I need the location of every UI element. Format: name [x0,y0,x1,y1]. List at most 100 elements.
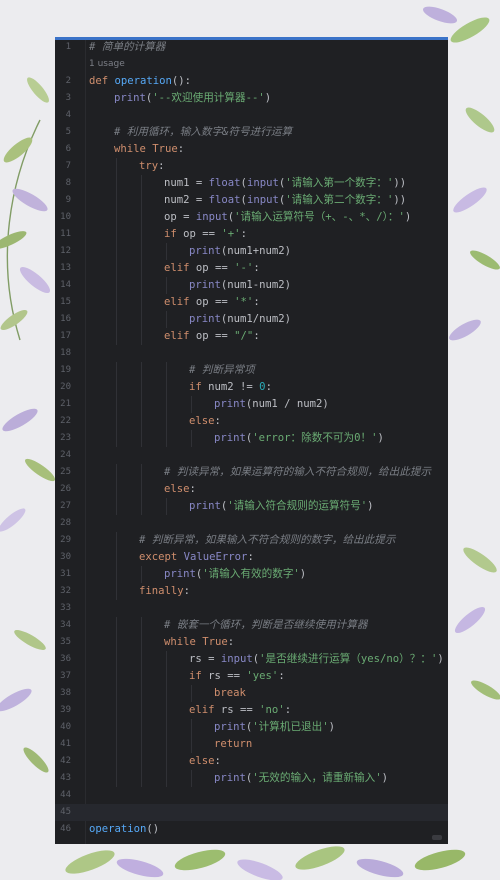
indent-guide [116,651,117,668]
line-number: 19 [60,365,71,375]
scroll-indicator[interactable] [432,835,442,840]
code-token: )) [393,194,407,206]
code-line[interactable]: 7 try: [55,158,448,175]
code-text: operation() [89,821,159,838]
indent-guide [166,311,167,328]
code-line[interactable]: 24 [55,447,448,464]
code-line[interactable]: 14 print(num1-num2) [55,277,448,294]
code-line[interactable]: 1 # 简单的计算器 [55,39,448,56]
code-token: return [214,738,253,750]
code-text: if num2 != 0: [189,379,272,396]
code-line[interactable]: 26 else: [55,481,448,498]
code-line[interactable]: 22 else: [55,413,448,430]
code-line[interactable]: 20 if num2 != 0: [55,379,448,396]
code-token: finally [139,585,184,597]
code-line[interactable]: 9 num2 = float(input('请输入第二个数字：')) [55,192,448,209]
code-line[interactable]: 30 except ValueError: [55,549,448,566]
line-number: 31 [60,569,71,579]
code-line[interactable]: 16 print(num1/num2) [55,311,448,328]
indent-guide [141,498,142,515]
code-token: else [189,755,215,767]
code-line[interactable]: 37 if rs == 'yes': [55,668,448,685]
line-number: 40 [60,722,71,732]
code-line[interactable]: 31 print('请输入有效的数字') [55,566,448,583]
code-line[interactable]: 11 if op == '+': [55,226,448,243]
code-token: : [247,551,254,563]
code-line[interactable]: 25 # 判读异常，如果运算符的输入不符合规则，给出此提示 [55,464,448,481]
code-line[interactable]: 21 print(num1 / num2) [55,396,448,413]
code-line[interactable]: 39 elif rs == 'no': [55,702,448,719]
code-token: : [158,160,165,172]
code-line[interactable]: 12 print(num1+num2) [55,243,448,260]
code-token: ValueError [183,551,248,563]
line-number: 41 [60,739,71,749]
code-line[interactable]: 29 # 判断异常，如果输入不符合规则的数字，给出此提示 [55,532,448,549]
line-number: 9 [65,195,71,205]
indent-guide [141,260,142,277]
code-line[interactable]: 33 [55,600,448,617]
indent-guide [166,736,167,753]
code-editor[interactable]: 1 # 简单的计算器 1 usage 2 def operation(): 3 print(… [55,37,448,844]
code-token: ) [264,92,272,104]
code-line[interactable]: 2 def operation(): [55,73,448,90]
code-line[interactable]: 41 return [55,736,448,753]
code-line[interactable]: 36 rs = input('是否继续进行运算（yes/no）？：') [55,651,448,668]
usage-hint[interactable]: 1 usage [89,56,125,73]
indent-guide [116,260,117,277]
code-token: print [189,313,221,325]
code-token: '计算机已退出' [252,721,329,733]
code-text: # 判读异常，如果运算符的输入不符合规则，给出此提示 [164,464,431,481]
code-text: except ValueError: [139,549,254,566]
code-line[interactable]: 10 op = input('请输入运算符号（+、-、*、/）：') [55,209,448,226]
code-token: op == [195,296,235,308]
indent-guide [141,226,142,243]
code-token: (num1/num2) [220,313,292,325]
code-token: True [152,143,178,155]
code-line[interactable]: 27 print('请输入符合规则的运算符号') [55,498,448,515]
code-text: break [214,685,246,702]
code-token: '*' [234,296,254,308]
code-line[interactable]: 38 break [55,685,448,702]
code-token: : [284,704,292,716]
code-line[interactable]: 13 elif op == '-': [55,260,448,277]
code-token: # 嵌套一个循环，判断是否继续使用计算器 [164,619,368,631]
code-token: '-' [234,262,254,274]
indent-guide [141,277,142,294]
code-line[interactable]: 45 [55,804,448,821]
code-token: # 判断异常，如果输入不符合规则的数字，给出此提示 [139,534,396,546]
code-text: def operation(): [89,73,191,90]
line-number: 5 [65,127,71,137]
code-text: # 利用循环，输入数字&符号进行运算 [114,124,292,141]
code-line[interactable]: 35 while True: [55,634,448,651]
code-line[interactable]: 3 print('--欢迎使用计算器--') [55,90,448,107]
code-text: else: [164,481,196,498]
code-line[interactable]: 23 print('error：除数不可为0！') [55,430,448,447]
code-line[interactable]: 6 while True: [55,141,448,158]
code-line[interactable]: 43 print('无效的输入，请重新输入') [55,770,448,787]
code-line[interactable]: 28 [55,515,448,532]
code-token: print [189,245,221,257]
code-line[interactable]: 40 print('计算机已退出') [55,719,448,736]
code-token: '无效的输入，请重新输入' [252,772,382,784]
code-line[interactable]: 32 finally: [55,583,448,600]
code-text: # 嵌套一个循环，判断是否继续使用计算器 [164,617,367,634]
code-text: print(num1 / num2) [214,396,329,413]
indent-guide [116,668,117,685]
code-line[interactable]: 42 else: [55,753,448,770]
code-line[interactable]: 44 [55,787,448,804]
indent-guide [166,685,167,702]
code-line[interactable]: 18 [55,345,448,362]
indent-guide [116,277,117,294]
indent-guide [116,532,117,549]
code-line[interactable]: 34 # 嵌套一个循环，判断是否继续使用计算器 [55,617,448,634]
code-line[interactable]: 5 # 利用循环，输入数字&符号进行运算 [55,124,448,141]
code-line[interactable]: 4 [55,107,448,124]
code-token: else [189,415,215,427]
code-line[interactable]: 8 num1 = float(input('请输入第一个数字：')) [55,175,448,192]
line-number: 35 [60,637,71,647]
code-line[interactable]: 19 # 判断异常项 [55,362,448,379]
code-line[interactable]: 15 elif op == '*': [55,294,448,311]
code-line[interactable]: 46 operation() [55,821,448,838]
code-line[interactable]: 17 elif op == "/": [55,328,448,345]
code-token: print [214,398,246,410]
